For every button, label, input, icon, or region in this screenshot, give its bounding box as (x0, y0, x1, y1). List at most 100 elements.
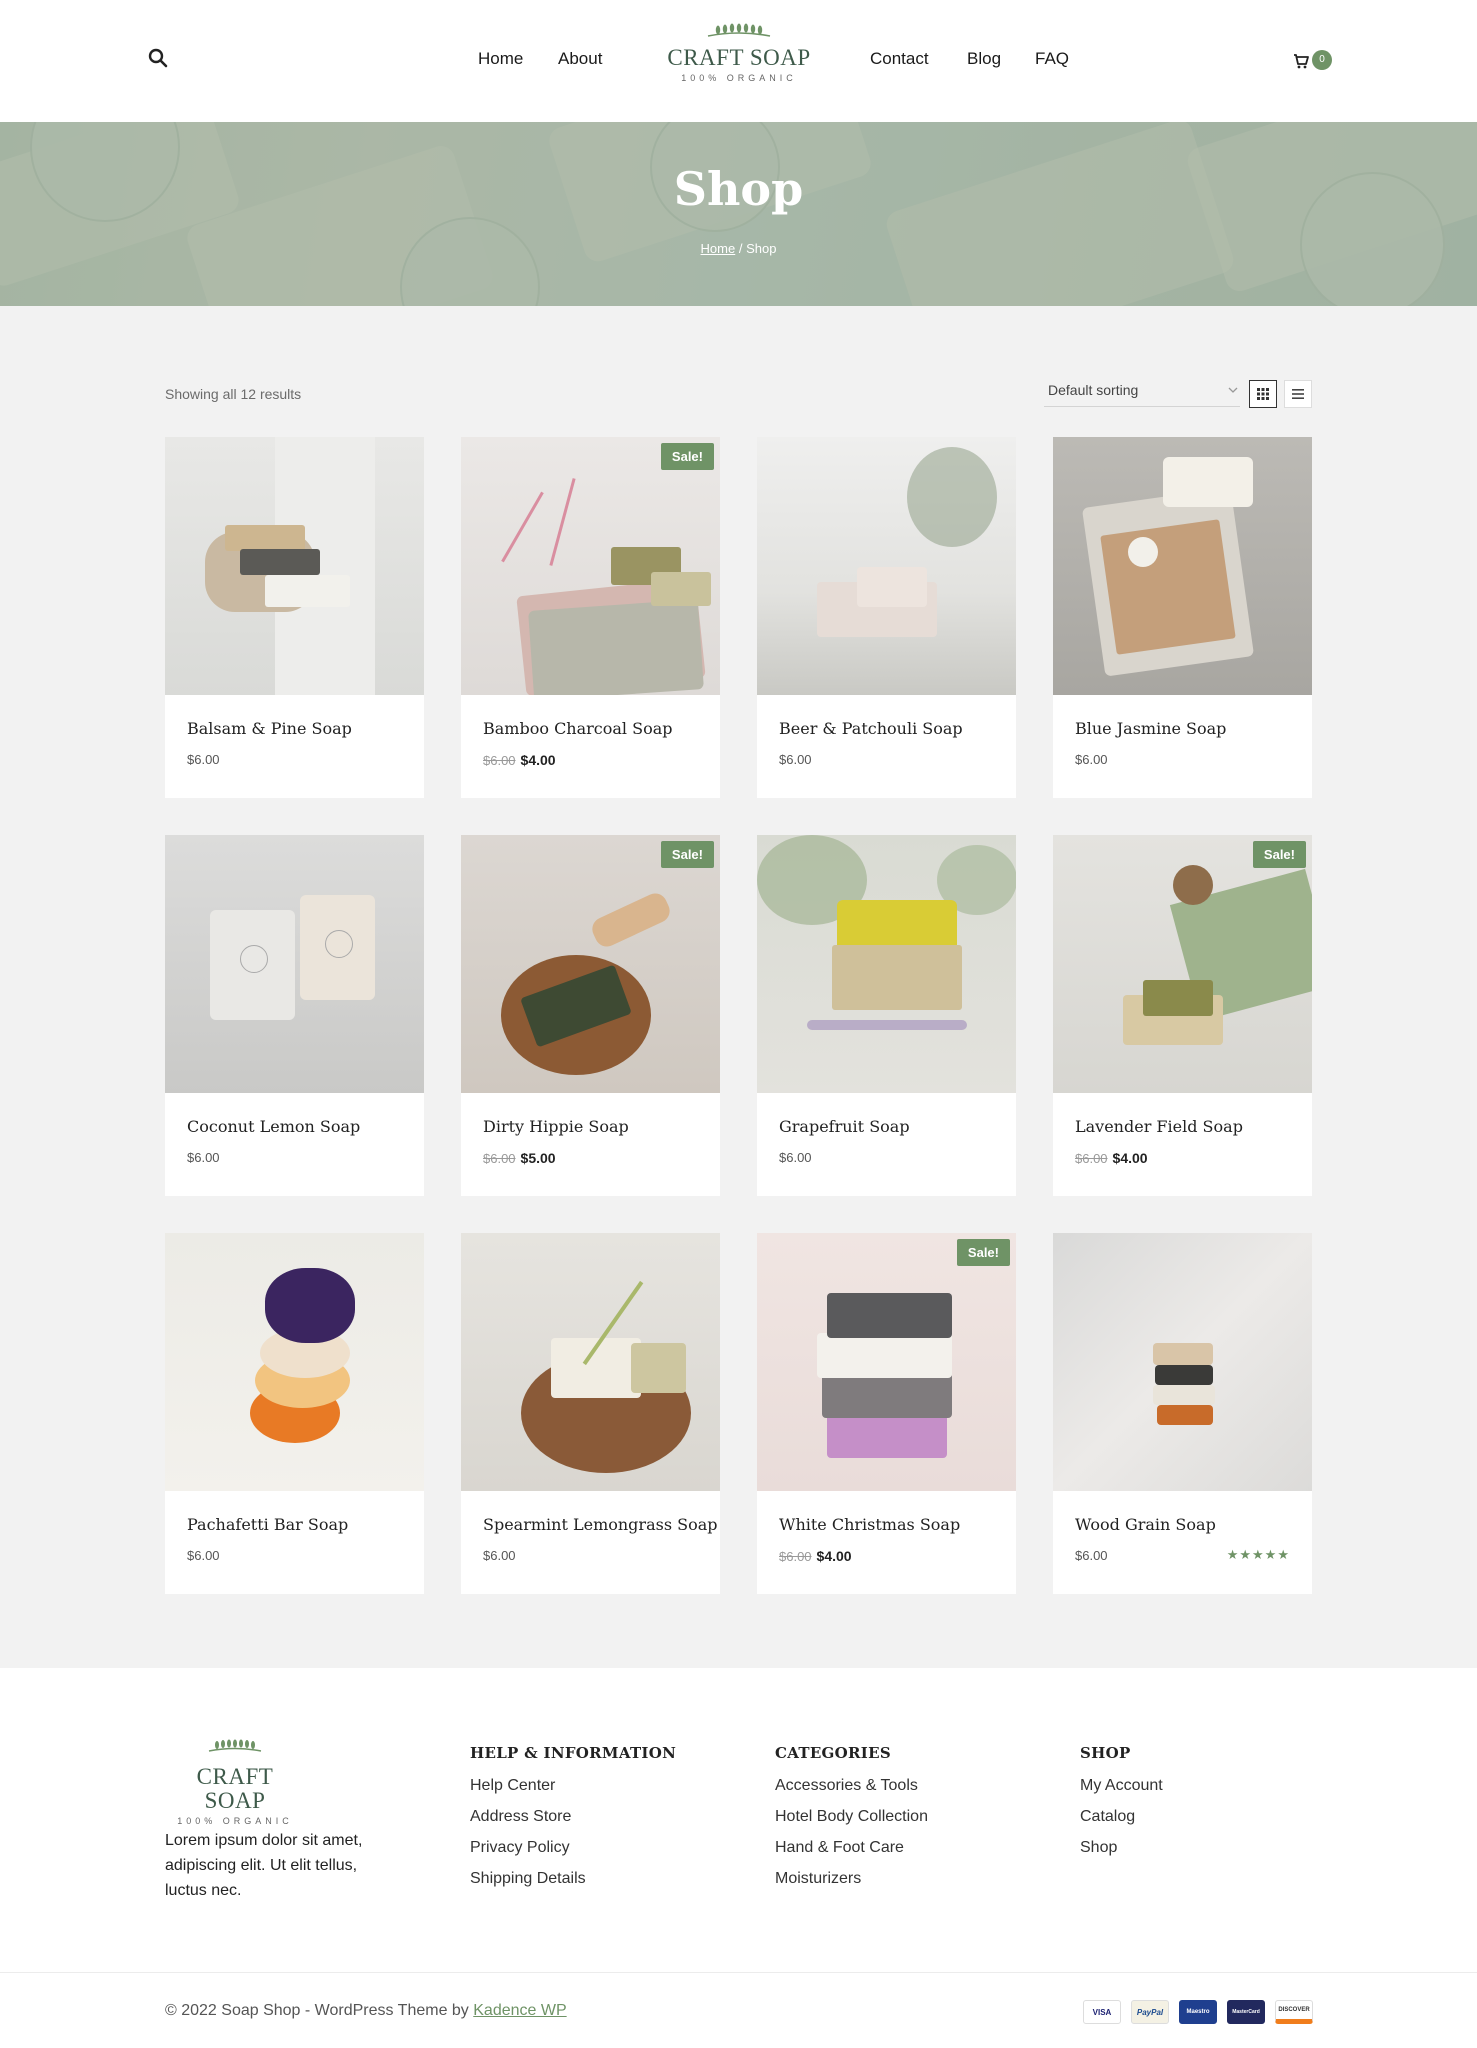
product-card-bamboo-charcoal[interactable]: Sale! Bamboo Charcoal Soap $6.00 $4.00 (461, 437, 720, 798)
product-image[interactable] (461, 835, 720, 1093)
footer-link-accessories[interactable]: Accessories & Tools (775, 1776, 928, 1796)
product-card-white-christmas[interactable]: Sale! White Christmas Soap $6.00 $4.00 (757, 1233, 1016, 1594)
sale-price: $4.00 (1112, 1150, 1148, 1166)
sort-select[interactable]: Default sorting (1044, 377, 1240, 407)
logo-subtitle: 100% ORGANIC (681, 73, 797, 83)
mastercard-icon: MasterCard (1227, 2000, 1265, 2024)
breadcrumb-home-link[interactable]: Home (701, 241, 736, 256)
sale-price: $4.00 (816, 1548, 852, 1564)
nav-about[interactable]: About (558, 49, 602, 69)
grid-view-button[interactable] (1249, 380, 1277, 408)
product-card-coconut-lemon[interactable]: Coconut Lemon Soap $6.00 (165, 835, 424, 1196)
maestro-icon: Maestro (1179, 2000, 1217, 2024)
sale-badge: Sale! (660, 841, 714, 868)
product-card-grapefruit[interactable]: Grapefruit Soap $6.00 (757, 835, 1016, 1196)
page-title: Shop (673, 162, 804, 216)
product-image[interactable] (165, 1233, 424, 1491)
product-price: $6.00 (187, 1150, 220, 1165)
product-name[interactable]: Grapefruit Soap (779, 1117, 910, 1136)
footer-link-address-store[interactable]: Address Store (470, 1807, 676, 1827)
product-image[interactable] (1053, 437, 1312, 695)
sale-badge: Sale! (660, 443, 714, 470)
footer-link-catalog[interactable]: Catalog (1080, 1807, 1163, 1827)
cart-button[interactable]: 0 (1292, 50, 1336, 74)
product-name[interactable]: Coconut Lemon Soap (187, 1117, 360, 1136)
product-image[interactable] (757, 1233, 1016, 1491)
product-card-beer-patchouli[interactable]: Beer & Patchouli Soap $6.00 (757, 437, 1016, 798)
kadence-link[interactable]: Kadence WP (473, 2002, 566, 2019)
visa-icon: VISA (1083, 2000, 1121, 2024)
regular-price: $6.00 (483, 1548, 516, 1563)
footer-heading: CATEGORIES (775, 1744, 891, 1762)
list-view-button[interactable] (1284, 380, 1312, 408)
footer-link-hand-foot[interactable]: Hand & Foot Care (775, 1838, 928, 1858)
product-name[interactable]: Spearmint Lemongrass Soap (483, 1515, 717, 1534)
footer-heading: SHOP (1080, 1744, 1131, 1762)
product-name[interactable]: Balsam & Pine Soap (187, 719, 352, 738)
search-icon[interactable] (148, 48, 172, 72)
footer-link-help-center[interactable]: Help Center (470, 1776, 676, 1796)
sale-price: $4.00 (520, 752, 556, 768)
site-header: Home About CRAFT SOAP 100% ORGANIC Conta… (0, 0, 1477, 122)
product-image[interactable] (165, 835, 424, 1093)
product-image[interactable] (757, 835, 1016, 1093)
product-image[interactable] (165, 437, 424, 695)
sort-selected-value: Default sorting (1048, 382, 1139, 398)
product-card-blue-jasmine[interactable]: Blue Jasmine Soap $6.00 (1053, 437, 1312, 798)
product-image[interactable] (461, 437, 720, 695)
old-price: $6.00 (483, 753, 516, 768)
product-price: $6.00 (779, 752, 812, 767)
product-card-pachafetti[interactable]: Pachafetti Bar Soap $6.00 (165, 1233, 424, 1594)
product-image[interactable] (1053, 835, 1312, 1093)
footer-link-my-account[interactable]: My Account (1080, 1776, 1163, 1796)
product-card-dirty-hippie[interactable]: Sale! Dirty Hippie Soap $6.00 $5.00 (461, 835, 720, 1196)
product-name[interactable]: Beer & Patchouli Soap (779, 719, 963, 738)
footer-link-shipping-details[interactable]: Shipping Details (470, 1869, 676, 1889)
product-name[interactable]: White Christmas Soap (779, 1515, 960, 1534)
product-name[interactable]: Wood Grain Soap (1075, 1515, 1216, 1534)
site-logo[interactable]: CRAFT SOAP 100% ORGANIC (666, 22, 812, 92)
product-card-balsam-pine[interactable]: Balsam & Pine Soap $6.00 (165, 437, 424, 798)
copyright: © 2022 Soap Shop - WordPress Theme by Ka… (165, 2002, 567, 2020)
product-name[interactable]: Lavender Field Soap (1075, 1117, 1243, 1136)
product-name[interactable]: Pachafetti Bar Soap (187, 1515, 348, 1534)
regular-price: $6.00 (1075, 1548, 1108, 1563)
product-card-spearmint-lemongrass[interactable]: Spearmint Lemongrass Soap $6.00 (461, 1233, 720, 1594)
product-card-lavender-field[interactable]: Sale! Lavender Field Soap $6.00 $4.00 (1053, 835, 1312, 1196)
footer-link-shop[interactable]: Shop (1080, 1838, 1163, 1858)
footer-logo-subtitle: 100% ORGANIC (177, 1816, 293, 1826)
product-price: $6.00 (187, 752, 220, 767)
footer-logo[interactable]: CRAFT SOAP 100% ORGANIC (165, 1738, 305, 1826)
footer-link-privacy-policy[interactable]: Privacy Policy (470, 1838, 676, 1858)
product-image[interactable] (1053, 1233, 1312, 1491)
breadcrumb-current: Shop (746, 241, 777, 256)
product-name[interactable]: Blue Jasmine Soap (1075, 719, 1226, 738)
cart-icon (1294, 54, 1309, 69)
product-name[interactable]: Bamboo Charcoal Soap (483, 719, 673, 738)
grid-icon (1257, 388, 1269, 400)
footer-link-moisturizers[interactable]: Moisturizers (775, 1869, 928, 1889)
nav-faq[interactable]: FAQ (1035, 49, 1069, 69)
discover-icon: DISCOVER (1275, 2000, 1313, 2024)
old-price: $6.00 (483, 1151, 516, 1166)
nav-blog[interactable]: Blog (967, 49, 1001, 69)
regular-price: $6.00 (779, 1150, 812, 1165)
nav-home[interactable]: Home (478, 49, 523, 69)
copyright-text: © 2022 Soap Shop - WordPress Theme by (165, 2002, 474, 2019)
product-image[interactable] (461, 1233, 720, 1491)
product-card-wood-grain[interactable]: Wood Grain Soap $6.00 ★★★★★ (1053, 1233, 1312, 1594)
footer-link-hotel-body[interactable]: Hotel Body Collection (775, 1807, 928, 1827)
rating-stars: ★★★★★ (1226, 1547, 1290, 1562)
old-price: $6.00 (779, 1549, 812, 1564)
product-price: $6.00 $5.00 (483, 1150, 556, 1166)
sale-badge: Sale! (956, 1239, 1010, 1266)
product-name[interactable]: Dirty Hippie Soap (483, 1117, 629, 1136)
product-price: $6.00 (1075, 752, 1108, 767)
product-image[interactable] (757, 437, 1016, 695)
site-footer: CRAFT SOAP 100% ORGANIC Lorem ipsum dolo… (0, 1668, 1477, 2048)
footer-column-shop: SHOP My Account Catalog Shop (1080, 1744, 1163, 1869)
paypal-icon: PayPal (1131, 2000, 1169, 2024)
page-hero: Shop Home / Shop (0, 122, 1477, 306)
nav-contact[interactable]: Contact (870, 49, 929, 69)
footer-logo-title: CRAFT SOAP (196, 1764, 274, 1813)
